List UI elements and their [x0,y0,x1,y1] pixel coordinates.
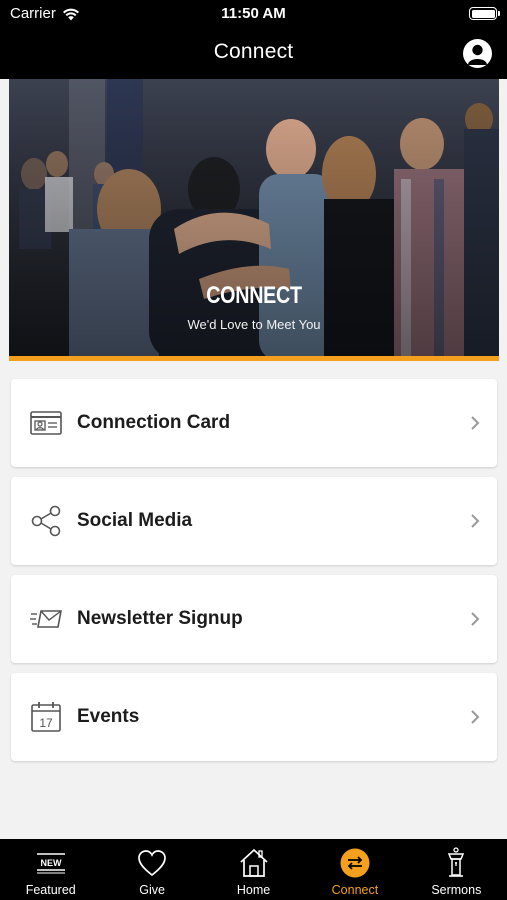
hero-banner: CONNECT We'd Love to Meet You [9,79,499,361]
menu-item-label: Connection Card [77,412,231,433]
nav-bar: Connect [0,28,507,79]
chevron-right-icon [471,514,480,528]
tab-label: Featured [25,883,76,897]
menu-item-label: Newsletter Signup [77,608,243,629]
tab-featured[interactable]: NEW Featured [0,839,101,900]
envelope-icon [29,602,63,636]
tab-home[interactable]: Home [203,839,304,900]
hero-subtitle: We'd Love to Meet You [187,317,321,332]
tab-sermons[interactable]: Sermons [406,839,507,900]
home-icon [238,847,270,879]
tab-label: Connect [331,883,379,897]
chevron-right-icon [471,710,480,724]
tab-bar: NEW Featured Give Home Connect Sermons [0,839,507,900]
featured-icon-text: NEW [40,858,62,868]
connect-arrows-icon [339,847,371,879]
profile-icon[interactable] [463,39,492,68]
tab-connect[interactable]: Connect [304,839,405,900]
page-title: Connect [213,40,294,63]
status-bar: Carrier 11:50 AM [0,0,507,28]
chevron-right-icon [471,612,480,626]
calendar-icon: 17 [29,700,63,734]
heart-icon [136,847,168,879]
pulpit-icon [440,847,472,879]
status-time: 11:50 AM [221,5,286,22]
tab-give[interactable]: Give [101,839,202,900]
chevron-right-icon [471,416,480,430]
tab-label: Sermons [431,883,482,897]
menu-item-label: Events [77,706,140,727]
contact-card-icon [29,406,63,440]
tab-label: Home [236,883,271,897]
tab-label: Give [139,883,165,897]
menu-item-newsletter-signup[interactable]: Newsletter Signup [11,575,497,663]
share-icon [29,504,63,538]
hero-title: CONNECT [206,282,302,309]
menu-item-events[interactable]: 17 Events [11,673,497,761]
battery-icon [469,7,500,20]
menu-item-label: Social Media [77,510,193,531]
hero-accent-bar [9,356,499,361]
menu-item-connection-card[interactable]: Connection Card [11,379,497,467]
menu-item-social-media[interactable]: Social Media [11,477,497,565]
featured-new-icon: NEW [35,847,67,879]
calendar-icon-day: 17 [39,716,53,730]
